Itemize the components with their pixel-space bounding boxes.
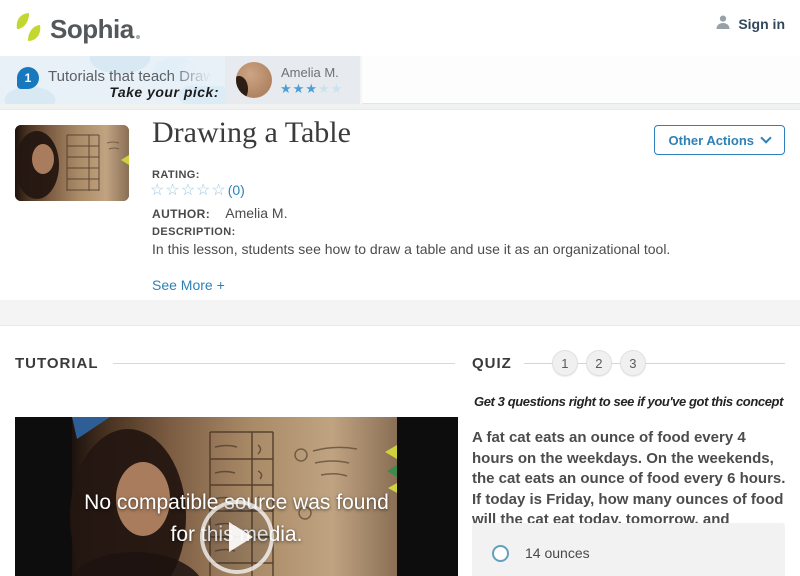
description-text: In this lesson, students see how to draw…	[152, 241, 671, 257]
chevron-down-icon	[760, 132, 772, 144]
other-actions-button[interactable]: Other Actions	[653, 125, 785, 155]
description-label: DESCRIPTION:	[152, 226, 236, 238]
quiz-heading: QUIZ	[472, 354, 512, 372]
sign-in-label: Sign in	[738, 15, 785, 32]
sign-in-button[interactable]: Sign in	[715, 14, 785, 33]
section-divider-band	[0, 300, 800, 326]
tagline-fade	[170, 62, 225, 86]
quiz-step-3: 3	[619, 350, 646, 376]
avatar	[236, 62, 272, 98]
lesson-rating-row[interactable]: ☆☆☆☆☆ (0)	[150, 180, 245, 200]
author-label: AUTHOR:	[152, 207, 211, 221]
brand-dot	[135, 34, 140, 39]
banner-left-panel: 1 Tutorials that teach Drawing a T Take …	[0, 56, 225, 104]
person-icon	[715, 14, 731, 33]
author-row: AUTHOR: Amelia M.	[152, 205, 287, 221]
page-title: Drawing a Table	[152, 116, 351, 149]
count-badge: 1	[17, 67, 39, 89]
banner-empty-slot	[362, 56, 800, 104]
main-section: TUTORIAL No compatible source was found …	[0, 326, 800, 576]
lesson-info-section: Drawing a Table Other Actions RATING: ☆☆…	[0, 110, 800, 300]
play-button[interactable]	[200, 500, 274, 574]
banner-star-rating: ★★★★★	[280, 81, 344, 96]
see-more-link[interactable]: See More +	[152, 277, 225, 293]
quiz-step-1: 1	[551, 350, 578, 376]
take-your-pick-label: Take your pick:	[109, 84, 219, 100]
other-actions-label: Other Actions	[668, 132, 754, 148]
tutorial-picker-banner: 1 Tutorials that teach Drawing a T Take …	[0, 56, 800, 104]
sophia-logo-icon	[15, 12, 42, 47]
author-card-name: Amelia M.	[281, 65, 339, 80]
tutorial-heading: TUTORIAL	[15, 354, 99, 372]
quiz-option-1[interactable]: 14 ounces	[472, 523, 785, 576]
quiz-steps: 1 2 3	[523, 350, 785, 376]
tutorial-rule	[112, 362, 455, 364]
lesson-star-rating: ☆☆☆☆☆	[150, 182, 227, 199]
quiz-header: QUIZ 1 2 3	[472, 350, 785, 376]
sophia-logo[interactable]: Sophia	[15, 12, 140, 47]
lesson-thumbnail[interactable]	[15, 125, 129, 201]
page: Sophia Sign in 1 Tutorials that teach Dr…	[0, 0, 800, 576]
rating-count[interactable]: (0)	[228, 182, 245, 198]
quiz-option-label: 14 ounces	[525, 545, 590, 561]
video-player[interactable]: No compatible source was found for this …	[15, 417, 458, 576]
tutorial-header: TUTORIAL	[15, 350, 455, 376]
play-icon	[229, 522, 253, 552]
top-header: Sophia Sign in	[0, 0, 800, 56]
quiz-step-2: 2	[585, 350, 612, 376]
author-card[interactable]: Amelia M. ★★★★★	[225, 56, 362, 104]
author-name: Amelia M.	[225, 205, 288, 221]
quiz-tagline: Get 3 questions right to see if you've g…	[473, 394, 784, 409]
radio-icon[interactable]	[492, 544, 509, 562]
brand-name: Sophia	[50, 14, 134, 44]
